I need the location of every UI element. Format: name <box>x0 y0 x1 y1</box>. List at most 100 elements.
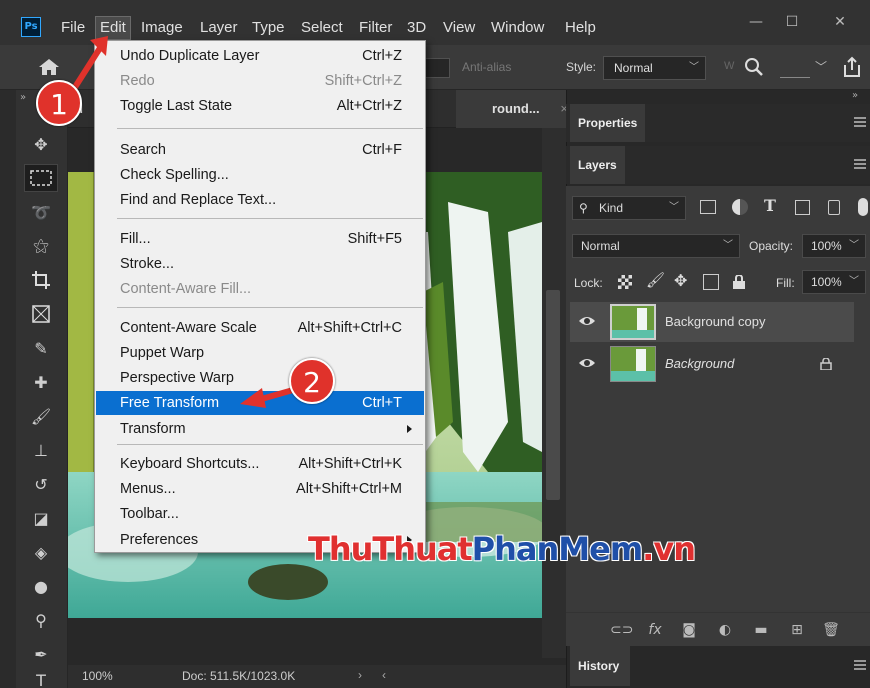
lock-artboard-icon[interactable] <box>703 274 719 290</box>
collapse-panels-icon[interactable]: » <box>852 90 858 101</box>
menu-item-puppet-warp[interactable]: Puppet Warp <box>96 341 424 365</box>
filter-toggle[interactable] <box>858 198 868 216</box>
menu-edit[interactable]: Edit <box>95 16 131 40</box>
crop-tool-icon[interactable] <box>24 266 58 294</box>
filter-kind-label: Kind <box>599 201 624 215</box>
pixel-filter-icon[interactable] <box>700 200 716 214</box>
menu-item-menus[interactable]: Menus... Alt+Shift+Ctrl+M <box>96 477 424 501</box>
chevron-down-icon[interactable]: ﹀ <box>815 58 827 75</box>
layer-thumbnail <box>610 304 656 340</box>
trash-icon[interactable]: 🗑 <box>822 621 840 639</box>
new-layer-icon[interactable]: ⊞ <box>788 621 806 639</box>
link-layers-icon[interactable]: ⊂⊃ <box>610 621 633 639</box>
eye-icon[interactable] <box>578 356 596 370</box>
panel-menu-icon[interactable] <box>854 117 866 127</box>
fill-input[interactable]: 100% ﹀ <box>802 270 866 294</box>
blur-tool-icon[interactable]: ● <box>24 572 58 600</box>
maximize-button[interactable]: ☐ <box>774 11 810 33</box>
style-select[interactable]: Normal ﹀ <box>603 56 706 80</box>
eraser-tool-icon[interactable]: ◪ <box>24 504 58 532</box>
lock-transparent-icon[interactable] <box>618 275 632 289</box>
search-field[interactable] <box>780 58 810 78</box>
home-icon[interactable] <box>38 58 60 76</box>
scroll-left-icon[interactable]: ‹ <box>382 668 386 682</box>
lasso-tool-icon[interactable]: ➰ <box>24 198 58 226</box>
minimize-button[interactable]: — <box>738 11 774 33</box>
menu-item-toggle-last-state[interactable]: Toggle Last State Alt+Ctrl+Z <box>96 94 424 118</box>
menu-filter[interactable]: Filter <box>355 17 396 39</box>
move-tool-icon[interactable]: ✥ <box>24 130 58 158</box>
pen-tool-icon[interactable]: ✒ <box>24 640 58 668</box>
menu-item-find-replace[interactable]: Find and Replace Text... <box>96 188 424 212</box>
frame-tool-icon[interactable] <box>24 300 58 328</box>
adjustment-filter-icon[interactable] <box>732 199 748 215</box>
document-tab[interactable]: round... × <box>456 90 578 128</box>
type-filter-icon[interactable]: T <box>764 196 776 215</box>
menu-item-stroke[interactable]: Stroke... <box>96 252 424 276</box>
folder-icon[interactable]: ▬ <box>752 621 770 639</box>
menu-file[interactable]: File <box>57 17 89 39</box>
panel-menu-icon[interactable] <box>854 660 866 670</box>
lock-position-icon[interactable]: ✥ <box>674 271 687 290</box>
adjustment-layer-icon[interactable]: ◐ <box>716 621 734 639</box>
menu-view[interactable]: View <box>439 17 479 39</box>
close-button[interactable]: ✕ <box>822 11 858 33</box>
type-tool-icon[interactable]: T <box>24 672 58 688</box>
smart-object-filter-icon[interactable] <box>828 200 840 215</box>
zoom-level[interactable]: 100% <box>82 669 113 683</box>
feather-input[interactable] <box>425 58 450 78</box>
layer-row-background-copy[interactable]: Background copy <box>570 302 854 342</box>
lock-label: Lock: <box>574 276 603 290</box>
menu-type[interactable]: Type <box>248 17 289 39</box>
menu-item-redo: Redo Shift+Ctrl+Z <box>120 73 402 89</box>
menu-item-transform[interactable]: Transform <box>96 417 424 441</box>
menu-image[interactable]: Image <box>137 17 187 39</box>
menu-item-fill[interactable]: Fill... Shift+F5 <box>96 227 424 251</box>
lock-all-icon[interactable] <box>732 274 746 289</box>
eye-icon[interactable] <box>578 314 596 328</box>
collapse-icon[interactable]: » <box>20 92 26 103</box>
stamp-tool-icon[interactable]: ⊥ <box>24 436 58 464</box>
status-bar: 100% Doc: 511.5K/1023.0K › ‹ <box>68 665 566 688</box>
menu-item-undo[interactable]: Undo Duplicate Layer Ctrl+Z <box>96 44 424 68</box>
status-arrow-icon[interactable]: › <box>358 668 362 682</box>
menu-item-search[interactable]: Search Ctrl+F <box>96 138 424 162</box>
menu-item-content-aware-scale[interactable]: Content-Aware Scale Alt+Shift+Ctrl+C <box>96 316 424 340</box>
magic-wand-tool-icon[interactable]: ⚝ <box>24 232 58 260</box>
eyedropper-tool-icon[interactable]: ✎ <box>24 334 58 362</box>
menu-item-keyboard-shortcuts[interactable]: Keyboard Shortcuts... Alt+Shift+Ctrl+K <box>96 452 424 476</box>
layer-row-background[interactable]: Background <box>570 344 854 384</box>
tab-history[interactable]: History <box>570 646 630 686</box>
shape-filter-icon[interactable] <box>795 200 810 215</box>
tab-layers[interactable]: Layers <box>570 146 625 184</box>
menu-item-check-spelling[interactable]: Check Spelling... <box>96 163 424 187</box>
menu-help[interactable]: Help <box>561 17 600 39</box>
opacity-input[interactable]: 100% ﹀ <box>802 234 866 258</box>
fx-icon[interactable]: fx <box>646 621 664 639</box>
menu-item-toolbar[interactable]: Toolbar... <box>96 502 424 526</box>
menu-layer[interactable]: Layer <box>196 17 242 39</box>
menu-item-perspective-warp[interactable]: Perspective Warp <box>96 366 424 390</box>
marquee-tool-icon[interactable] <box>24 164 58 192</box>
add-mask-icon[interactable]: ◙ <box>680 621 698 639</box>
history-brush-tool-icon[interactable]: ↺ <box>24 470 58 498</box>
layer-name: Background copy <box>665 314 766 329</box>
paint-bucket-tool-icon[interactable]: ◈ <box>24 538 58 566</box>
tab-properties[interactable]: Properties <box>570 104 646 142</box>
search-icon[interactable] <box>744 57 764 77</box>
menu-3d[interactable]: 3D <box>403 17 430 39</box>
menu-item-free-transform[interactable]: Free Transform Ctrl+T <box>96 391 424 415</box>
brush-tool-icon[interactable]: 🖌 <box>24 402 58 430</box>
healing-brush-tool-icon[interactable]: ✚ <box>24 368 58 396</box>
lock-pixels-brush-icon[interactable]: 🖌 <box>646 271 665 289</box>
scrollbar-thumb[interactable] <box>546 290 560 500</box>
share-icon[interactable] <box>841 56 863 78</box>
watermark-red: ThuThuat <box>308 530 473 568</box>
dodge-tool-icon[interactable]: ⚲ <box>24 606 58 634</box>
layer-filter-select[interactable]: ⚲ Kind ﹀ <box>572 196 686 220</box>
menu-select[interactable]: Select <box>297 17 347 39</box>
blend-mode-select[interactable]: Normal ﹀ <box>572 234 740 258</box>
layers-footer: ⊂⊃ fx ◙ ◐ ▬ ⊞ 🗑 <box>566 612 870 646</box>
menu-window[interactable]: Window <box>487 17 548 39</box>
panel-menu-icon[interactable] <box>854 159 866 169</box>
